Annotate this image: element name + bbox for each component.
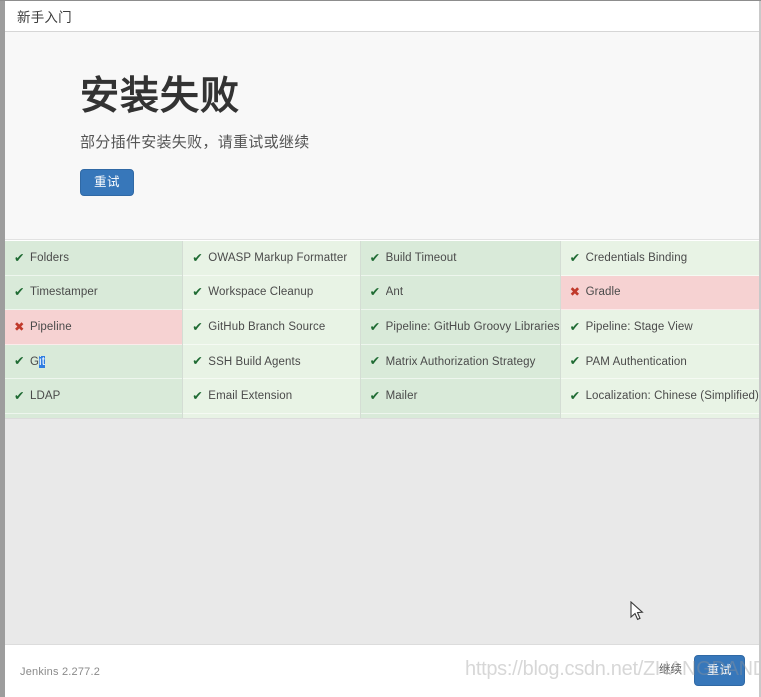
plugin-name: PAM Authentication — [586, 356, 687, 368]
hero-content: 安装失败 部分插件安装失败，请重试或继续 重试 — [80, 77, 310, 196]
success-check-icon: ✔ — [192, 390, 208, 403]
plugin-column-3: ✔Build Timeout✔Ant✔Pipeline: GitHub Groo… — [360, 241, 560, 418]
error-cross-icon: ✖ — [14, 321, 30, 334]
footer-actions: 继续 重试 — [659, 655, 745, 686]
success-check-icon: ✔ — [570, 355, 586, 368]
window-left-border — [0, 0, 5, 697]
plugin-name: Build Timeout — [386, 252, 457, 264]
plugin-row: ✖Pipeline — [5, 310, 182, 345]
success-check-icon: ✔ — [14, 355, 30, 368]
success-check-icon: ✔ — [192, 286, 208, 299]
plugin-row: ✔Workspace Cleanup — [183, 276, 359, 311]
success-check-icon: ✔ — [370, 286, 386, 299]
plugin-name: Ant — [386, 286, 404, 298]
plugin-name: SSH Build Agents — [208, 356, 300, 368]
plugin-name: Workspace Cleanup — [208, 286, 313, 298]
plugin-row: ✔Pipeline: GitHub Groovy Libraries — [361, 310, 560, 345]
plugin-row: ✔GitHub Branch Source — [183, 310, 359, 345]
jenkins-version-label: Jenkins 2.277.2 — [20, 666, 100, 678]
plugin-row: ✔Credentials Binding — [561, 241, 759, 276]
retry-button-top[interactable]: 重试 — [80, 169, 134, 197]
error-cross-icon: ✖ — [570, 286, 586, 299]
success-check-icon: ✔ — [14, 252, 30, 265]
page-title: 新手入门 — [5, 6, 72, 26]
text-selection-highlight: it — [39, 356, 45, 368]
plugin-name: Credentials Binding — [586, 252, 688, 264]
hero-section: 安装失败 部分插件安装失败，请重试或继续 重试 — [5, 32, 759, 240]
retry-button-footer[interactable]: 重试 — [694, 655, 745, 686]
plugin-name: Pipeline — [30, 321, 72, 333]
plugin-name: Folders — [30, 252, 69, 264]
plugin-name: Mailer — [386, 390, 418, 402]
plugin-row: ✔Mailer — [361, 379, 560, 414]
plugin-name: Git — [30, 356, 45, 368]
plugin-name: LDAP — [30, 390, 60, 402]
plugin-row: ✔PAM Authentication — [561, 345, 759, 380]
plugin-name: Timestamper — [30, 286, 98, 298]
success-check-icon: ✔ — [192, 252, 208, 265]
plugin-row: ✔Email Extension — [183, 379, 359, 414]
plugin-column-4: ✔Credentials Binding✖Gradle✔Pipeline: St… — [560, 241, 759, 418]
jenkins-setup-window: 新手入门 安装失败 部分插件安装失败，请重试或继续 重试 ✔Folders✔Ti… — [0, 0, 761, 697]
plugin-row: ✔LDAP — [5, 379, 182, 414]
plugin-name: Gradle — [586, 286, 621, 298]
plugin-row: ✔Ant — [361, 276, 560, 311]
success-check-icon: ✔ — [192, 321, 208, 334]
plugin-column-1: ✔Folders✔Timestamper✖Pipeline✔Git✔LDAP — [5, 241, 182, 418]
window-header: 新手入门 — [5, 1, 759, 32]
success-check-icon: ✔ — [370, 355, 386, 368]
plugin-status-grid: ✔Folders✔Timestamper✖Pipeline✔Git✔LDAP✔O… — [5, 241, 759, 419]
plugin-row: ✔Build Timeout — [361, 241, 560, 276]
success-check-icon: ✔ — [570, 252, 586, 265]
success-check-icon: ✔ — [14, 390, 30, 403]
continue-link[interactable]: 继续 — [659, 661, 682, 681]
install-failed-heading: 安装失败 — [80, 77, 310, 118]
plugin-name: OWASP Markup Formatter — [208, 252, 347, 264]
plugin-name: Pipeline: Stage View — [586, 321, 693, 333]
success-check-icon: ✔ — [370, 252, 386, 265]
success-check-icon: ✔ — [370, 390, 386, 403]
plugin-grid-columns: ✔Folders✔Timestamper✖Pipeline✔Git✔LDAP✔O… — [5, 241, 759, 418]
plugin-row: ✔Git — [5, 345, 182, 380]
plugin-row: ✔Folders — [5, 241, 182, 276]
success-check-icon: ✔ — [192, 355, 208, 368]
plugin-name: Localization: Chinese (Simplified) — [586, 390, 759, 402]
plugin-name: Pipeline: GitHub Groovy Libraries — [386, 321, 560, 333]
plugin-row: ✔Timestamper — [5, 276, 182, 311]
success-check-icon: ✔ — [370, 321, 386, 334]
plugin-row: ✔SSH Build Agents — [183, 345, 359, 380]
plugin-row: ✔OWASP Markup Formatter — [183, 241, 359, 276]
success-check-icon: ✔ — [570, 321, 586, 334]
plugin-column-2: ✔OWASP Markup Formatter✔Workspace Cleanu… — [182, 241, 359, 418]
plugin-row: ✔Matrix Authorization Strategy — [361, 345, 560, 380]
plugin-name: Matrix Authorization Strategy — [386, 356, 536, 368]
window-footer: Jenkins 2.277.2 继续 重试 — [5, 644, 759, 695]
plugin-row: ✔Localization: Chinese (Simplified) — [561, 379, 759, 414]
success-check-icon: ✔ — [570, 390, 586, 403]
content-blank-area — [5, 419, 759, 644]
plugin-name: GitHub Branch Source — [208, 321, 325, 333]
plugin-row: ✖Gradle — [561, 276, 759, 311]
plugin-name: Email Extension — [208, 390, 292, 402]
success-check-icon: ✔ — [14, 286, 30, 299]
plugin-row: ✔Pipeline: Stage View — [561, 310, 759, 345]
window-top-border — [0, 0, 761, 1]
install-failed-subtitle: 部分插件安装失败，请重试或继续 — [80, 131, 310, 152]
